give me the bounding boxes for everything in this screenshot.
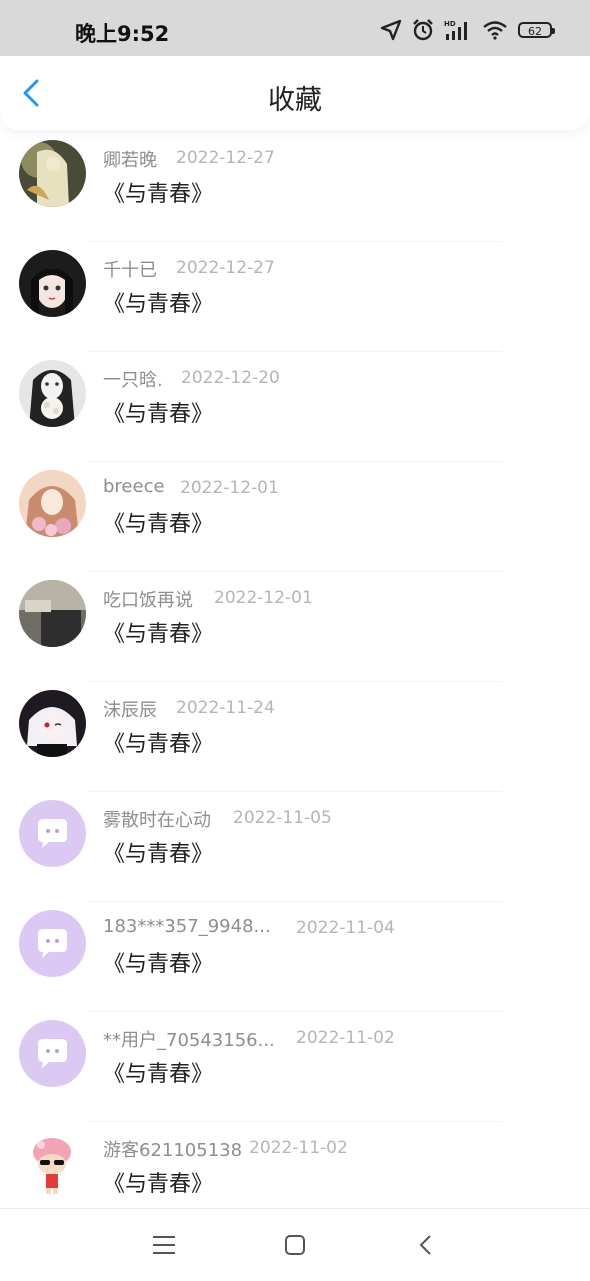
avatar[interactable] xyxy=(19,1130,86,1197)
avatar[interactable] xyxy=(19,910,86,977)
book-title[interactable]: 《与青春》 xyxy=(103,836,213,868)
list-item[interactable]: 卿若晚 2022-12-27 《与青春》 xyxy=(0,132,590,242)
avatar[interactable] xyxy=(19,580,86,647)
back-chevron-icon[interactable] xyxy=(412,1231,440,1259)
list-item[interactable]: breece 2022-12-01 《与青春》 xyxy=(0,462,590,572)
book-title[interactable]: 《与青春》 xyxy=(103,176,213,208)
avatar[interactable] xyxy=(19,250,86,317)
location-icon xyxy=(380,19,402,41)
list-item[interactable]: 沫辰辰 2022-11-24 《与青春》 xyxy=(0,682,590,792)
book-title[interactable]: 《与青春》 xyxy=(103,506,213,538)
user-name: 雾散时在心动 xyxy=(103,810,211,831)
book-title[interactable]: 《与青春》 xyxy=(103,946,213,978)
book-title[interactable]: 《与青春》 xyxy=(103,726,213,758)
favorite-date: 2022-12-27 xyxy=(176,148,275,168)
list-item[interactable]: 雾散时在心动 2022-11-05 《与青春》 xyxy=(0,792,590,902)
favorites-list: 卿若晚 2022-12-27 《与青春》 千十已 2022-12-27 《与青春… xyxy=(0,132,590,1232)
menu-icon[interactable] xyxy=(150,1231,178,1259)
book-title[interactable]: 《与青春》 xyxy=(103,1166,213,1198)
favorite-date: 2022-11-02 xyxy=(249,1138,348,1158)
user-name: breece xyxy=(103,476,165,497)
favorite-date: 2022-11-02 xyxy=(296,1028,395,1048)
status-icons: HD 62 xyxy=(380,18,555,42)
list-item[interactable]: 千十已 2022-12-27 《与青春》 xyxy=(0,242,590,352)
favorite-date: 2022-12-27 xyxy=(176,258,275,278)
book-title[interactable]: 《与青春》 xyxy=(103,396,213,428)
status-bar: 晚上9:52 HD 62 xyxy=(0,0,590,56)
favorite-date: 2022-12-01 xyxy=(180,478,279,498)
user-name: 游客621105138 xyxy=(103,1140,243,1161)
favorite-date: 2022-11-05 xyxy=(233,808,332,828)
user-name: 吃口饭再说 xyxy=(103,590,193,611)
avatar[interactable] xyxy=(19,360,86,427)
favorite-date: 2022-12-01 xyxy=(214,588,313,608)
favorite-date: 2022-11-04 xyxy=(296,918,395,938)
book-title[interactable]: 《与青春》 xyxy=(103,1056,213,1088)
user-name: 183***357_9948... xyxy=(103,916,271,937)
favorite-date: 2022-12-20 xyxy=(181,368,280,388)
user-name: 沫辰辰 xyxy=(103,700,157,721)
list-item[interactable]: 183***357_9948... 2022-11-04 《与青春》 xyxy=(0,902,590,1012)
user-name: **用户_70543156... xyxy=(103,1030,275,1051)
system-nav-bar xyxy=(0,1208,590,1281)
favorite-date: 2022-11-24 xyxy=(176,698,275,718)
home-square-icon[interactable] xyxy=(281,1231,309,1259)
avatar[interactable] xyxy=(19,1020,86,1087)
user-name: 千十已 xyxy=(103,260,157,281)
avatar[interactable] xyxy=(19,140,86,207)
page-title: 收藏 xyxy=(268,85,322,116)
battery-icon: 62 xyxy=(518,22,555,38)
list-item[interactable]: **用户_70543156... 2022-11-02 《与青春》 xyxy=(0,1012,590,1122)
header-bar: 收藏 xyxy=(0,56,590,130)
avatar[interactable] xyxy=(19,800,86,867)
avatar[interactable] xyxy=(19,470,86,537)
user-name: 卿若晚 xyxy=(103,150,157,171)
avatar[interactable] xyxy=(19,690,86,757)
wifi-icon xyxy=(483,21,507,40)
signal-hd-icon: HD xyxy=(444,20,467,40)
alarm-icon xyxy=(413,19,433,41)
list-item[interactable]: 一只晗. 2022-12-20 《与青春》 xyxy=(0,352,590,462)
list-item[interactable]: 吃口饭再说 2022-12-01 《与青春》 xyxy=(0,572,590,682)
book-title[interactable]: 《与青春》 xyxy=(103,616,213,648)
status-time: 晚上9:52 xyxy=(75,22,170,46)
book-title[interactable]: 《与青春》 xyxy=(103,286,213,318)
user-name: 一只晗. xyxy=(103,370,163,391)
svg-text:HD: HD xyxy=(444,20,456,28)
